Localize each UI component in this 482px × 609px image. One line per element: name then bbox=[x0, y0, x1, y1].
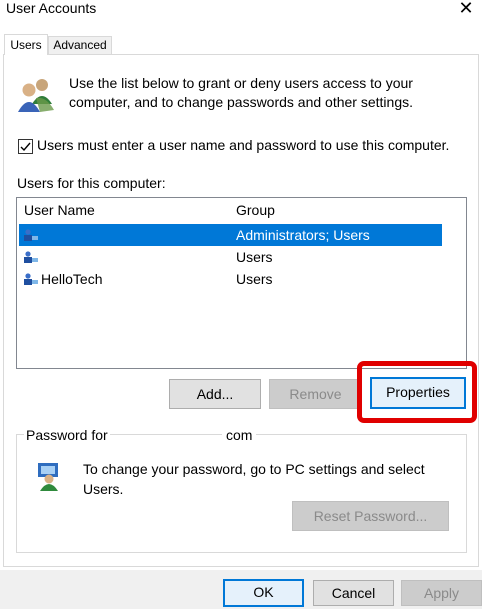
require-password-label[interactable]: Users must enter a user name and passwor… bbox=[37, 137, 449, 153]
user-icon bbox=[24, 273, 38, 285]
users-list-label: Users for this computer: bbox=[17, 175, 166, 191]
tab-advanced[interactable]: Advanced bbox=[48, 36, 112, 54]
user-name: HelloTech bbox=[41, 271, 103, 287]
reset-password-button[interactable]: Reset Password... bbox=[292, 501, 449, 531]
column-header-username[interactable]: User Name bbox=[24, 202, 95, 218]
ok-button[interactable]: OK bbox=[223, 579, 304, 607]
password-group-title: Password for bbox=[24, 427, 110, 443]
add-button[interactable]: Add... bbox=[169, 379, 261, 409]
cancel-button[interactable]: Cancel bbox=[313, 580, 394, 606]
user-row-1[interactable]: Administrators; Users bbox=[19, 224, 442, 246]
require-password-checkbox[interactable] bbox=[18, 139, 33, 154]
info-text: Use the list below to grant or deny user… bbox=[69, 75, 413, 110]
password-group-title-suffix: com bbox=[222, 427, 257, 443]
user-icon bbox=[24, 229, 38, 241]
tab-users[interactable]: Users bbox=[4, 34, 48, 55]
user-group: Administrators; Users bbox=[236, 227, 370, 243]
column-header-group[interactable]: Group bbox=[236, 202, 275, 218]
user-group: Users bbox=[236, 271, 273, 287]
checkmark-icon bbox=[20, 142, 31, 152]
window-title: User Accounts bbox=[6, 0, 97, 16]
password-help-text: To change your password, go to PC settin… bbox=[83, 461, 425, 497]
apply-button[interactable]: Apply bbox=[401, 580, 482, 606]
users-list[interactable]: User Name Group Administrators; Users Us… bbox=[16, 197, 467, 369]
user-icon bbox=[24, 251, 38, 263]
user-row-3[interactable]: HelloTech Users bbox=[19, 268, 442, 290]
user-group: Users bbox=[236, 249, 273, 265]
user-key-icon bbox=[34, 459, 66, 491]
properties-button[interactable]: Properties bbox=[370, 377, 466, 409]
close-icon[interactable]: ✕ bbox=[455, 0, 477, 19]
users-icon bbox=[16, 76, 56, 114]
remove-button[interactable]: Remove bbox=[269, 379, 362, 409]
user-row-2[interactable]: Users bbox=[19, 246, 442, 268]
